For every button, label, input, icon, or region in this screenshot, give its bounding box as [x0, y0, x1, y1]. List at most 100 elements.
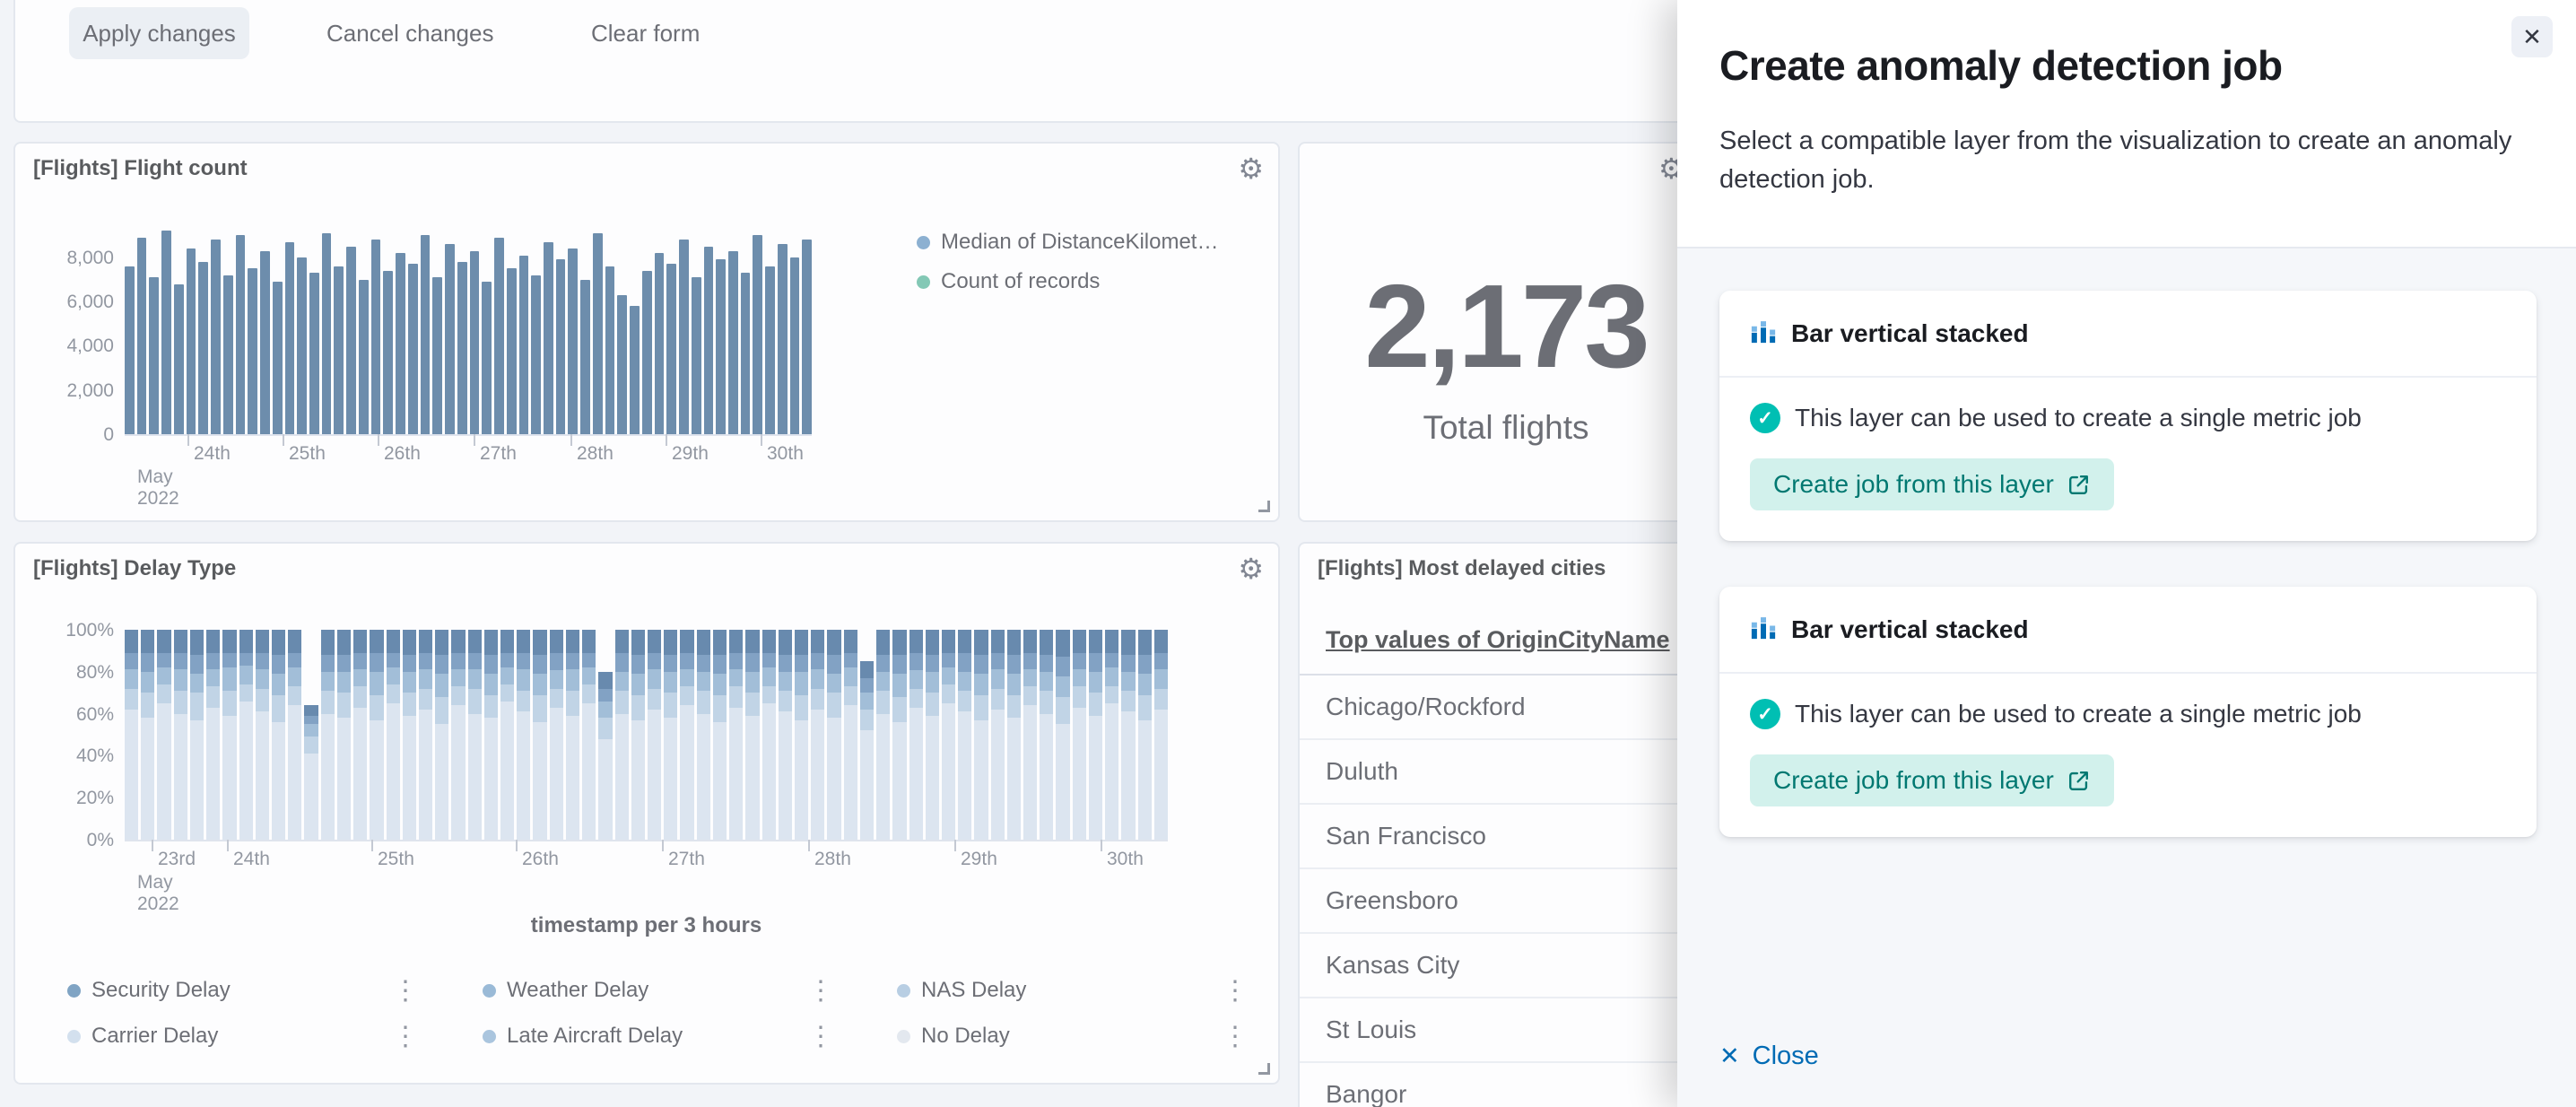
legend-item[interactable]: Count of records — [917, 269, 1100, 294]
y-axis-tick-label: 6,000 — [35, 292, 114, 313]
axis-tick — [954, 840, 956, 851]
stacked-bar — [174, 630, 187, 840]
bar — [470, 251, 480, 434]
legend-item[interactable]: Weather Delay ⋮ — [483, 972, 834, 1008]
axis-tick — [808, 840, 810, 851]
legend-dot — [67, 984, 81, 998]
x-axis-month-label: May2022 — [137, 872, 179, 915]
panel-title: [Flights] Flight count — [33, 156, 248, 181]
x-axis-tick-label: 30th — [767, 443, 804, 465]
legend-item[interactable]: Median of DistanceKilomet… — [917, 230, 1218, 255]
bar — [704, 247, 714, 434]
y-axis-tick-label: 0 — [35, 424, 114, 446]
bar — [322, 233, 332, 434]
resize-handle[interactable] — [1258, 501, 1270, 512]
legend-actions-icon[interactable]: ⋮ — [392, 1021, 419, 1052]
bar — [445, 244, 455, 434]
stacked-bar — [206, 630, 220, 840]
x-axis-tick-label: 29th — [672, 443, 709, 465]
bar — [309, 273, 319, 434]
card-body: ✓ This layer can be used to create a sin… — [1719, 674, 2537, 837]
stacked-bar — [157, 630, 170, 840]
legend-column: Security Delay⋮ Carrier Delay⋮ — [67, 972, 419, 1054]
legend-item[interactable]: No Delay⋮ — [897, 1018, 1249, 1054]
stacked-bar — [321, 630, 335, 840]
axis-tick — [474, 434, 475, 446]
stacked-bar — [1089, 630, 1102, 840]
cancel-changes-button[interactable]: Cancel changes — [326, 7, 493, 59]
create-job-button[interactable]: Create job from this layer — [1750, 754, 2114, 806]
bar — [174, 284, 184, 434]
x-axis-tick-label: 25th — [289, 443, 326, 465]
bar — [248, 268, 257, 434]
x-axis-tick-label: 24th — [194, 443, 231, 465]
stacked-bar — [304, 705, 318, 840]
card-body: ✓ This layer can be used to create a sin… — [1719, 378, 2537, 541]
y-axis-tick-label: 2,000 — [35, 380, 114, 402]
table-column-header[interactable]: Top values of OriginCityName — [1326, 626, 1670, 654]
axis-tick — [662, 840, 664, 851]
legend-dot — [483, 984, 496, 998]
create-job-button[interactable]: Create job from this layer — [1750, 458, 2114, 510]
bar — [617, 295, 627, 434]
bar — [741, 273, 751, 434]
stacked-bar — [141, 630, 154, 840]
x-axis-tick-label: 28th — [577, 443, 614, 465]
bar — [137, 238, 147, 434]
external-link-icon — [2067, 473, 2091, 497]
stacked-bar — [892, 630, 906, 840]
legend-item[interactable]: Late Aircraft Delay⋮ — [483, 1018, 834, 1054]
legend-item[interactable]: NAS Delay⋮ — [897, 972, 1249, 1008]
legend-actions-icon[interactable]: ⋮ — [1222, 1021, 1249, 1052]
bar — [421, 235, 431, 434]
axis-tick — [283, 434, 284, 446]
bar — [432, 277, 442, 434]
legend-actions-icon[interactable]: ⋮ — [807, 1021, 834, 1052]
legend-item[interactable]: Carrier Delay⋮ — [67, 1018, 419, 1054]
stacked-bar — [517, 630, 530, 840]
gear-icon[interactable]: ⚙ — [1238, 554, 1264, 583]
stacked-bar — [484, 630, 498, 840]
create-job-label: Create job from this layer — [1773, 470, 2054, 499]
stacked-bar — [1105, 630, 1118, 840]
bar — [371, 240, 381, 434]
stacked-bar — [713, 630, 727, 840]
x-axis-tick-label: 23rd — [158, 849, 196, 870]
y-axis-tick-label: 60% — [35, 704, 114, 726]
bar — [211, 240, 221, 434]
legend-actions-icon[interactable]: ⋮ — [1222, 975, 1249, 1007]
gear-icon[interactable]: ⚙ — [1238, 154, 1264, 183]
stacked-bar — [811, 630, 824, 840]
layer-card: Bar vertical stacked ✓ This layer can be… — [1719, 587, 2537, 837]
close-icon: ✕ — [2522, 23, 2542, 50]
flyout-close-button[interactable]: ✕ — [2511, 16, 2553, 57]
delay-type-bars — [125, 630, 1168, 840]
bar — [408, 264, 418, 434]
stacked-bar — [337, 630, 351, 840]
stacked-bar — [827, 630, 840, 840]
apply-changes-button[interactable]: Apply changes — [69, 7, 249, 59]
stacked-bar — [942, 630, 955, 840]
stacked-bar — [926, 630, 939, 840]
resize-handle[interactable] — [1258, 1063, 1270, 1075]
stacked-bar — [353, 630, 367, 840]
panel-title: [Flights] Delay Type — [33, 556, 236, 581]
axis-tick — [1101, 840, 1102, 851]
bar — [519, 256, 529, 434]
bar — [285, 242, 295, 434]
bar — [655, 253, 665, 434]
legend-item[interactable]: Security Delay⋮ — [67, 972, 419, 1008]
legend-dot — [897, 1030, 910, 1043]
legend-actions-icon[interactable]: ⋮ — [392, 975, 419, 1007]
metric-value: 2,173 — [1300, 258, 1712, 394]
clear-form-button[interactable]: Clear form — [591, 7, 700, 59]
legend-actions-icon[interactable]: ⋮ — [807, 975, 834, 1007]
bar — [236, 235, 246, 434]
legend-label: Weather Delay — [507, 978, 796, 1003]
stacked-bar — [1138, 630, 1152, 840]
panel-delay-type: [Flights] Delay Type ⚙ timestamp per 3 h… — [13, 542, 1280, 1085]
stacked-bar — [222, 630, 236, 840]
flyout-close-link[interactable]: ✕ Close — [1719, 1042, 1819, 1071]
stacked-bar — [582, 630, 596, 840]
stacked-bar — [680, 630, 693, 840]
